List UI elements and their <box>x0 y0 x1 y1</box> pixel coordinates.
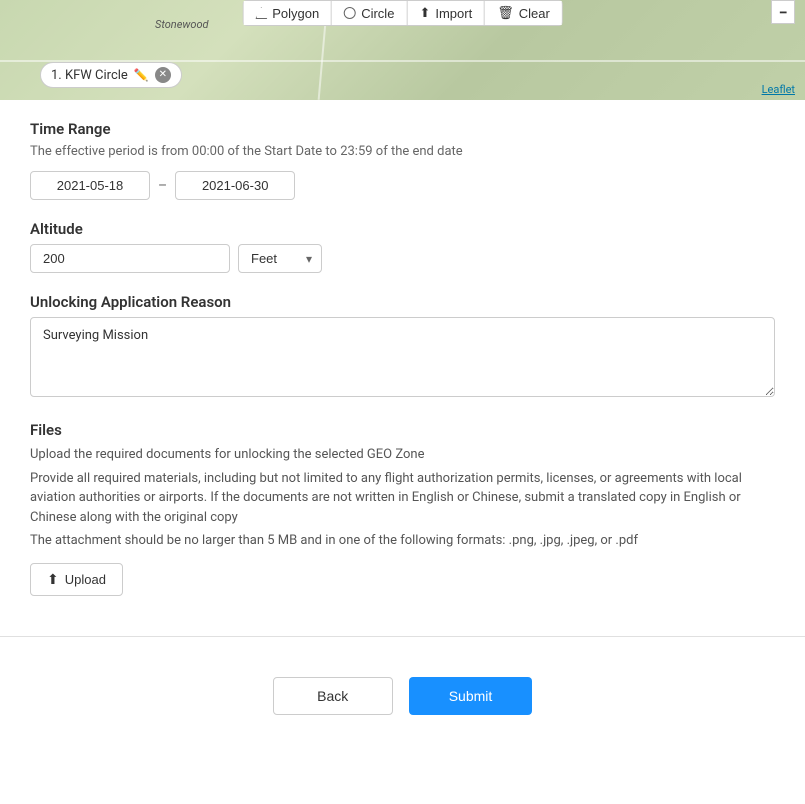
files-section: Files Upload the required documents for … <box>30 421 775 596</box>
reason-section: Unlocking Application Reason Surveying M… <box>30 293 775 421</box>
circle-icon <box>344 7 356 19</box>
files-desc3: The attachment should be no larger than … <box>30 531 775 551</box>
leaflet-label: Leaflet <box>762 83 795 96</box>
end-date-input[interactable] <box>175 171 295 200</box>
bottom-actions: Back Submit <box>0 657 805 745</box>
circle-tool-button[interactable]: Circle <box>332 1 407 25</box>
main-content: Time Range The effective period is from … <box>0 100 805 616</box>
edit-icon[interactable]: ✏️ <box>134 68 149 82</box>
clear-icon: 🗑 <box>497 5 514 21</box>
polygon-tool-button[interactable]: Polygon <box>243 1 332 25</box>
unit-select-wrapper: Feet Meters <box>238 244 322 273</box>
start-date-input[interactable] <box>30 171 150 200</box>
files-desc2: Provide all required materials, includin… <box>30 469 775 528</box>
map-place-label: Stonewood <box>155 18 209 31</box>
import-tool-button[interactable]: ⬆ Import <box>407 1 485 25</box>
circle-badge-close-button[interactable]: ✕ <box>155 67 171 83</box>
altitude-title: Altitude <box>30 220 775 238</box>
divider <box>0 636 805 637</box>
circle-badge: 1. KFW Circle ✏️ ✕ <box>40 62 182 88</box>
files-title: Files <box>30 421 775 439</box>
clear-tool-button[interactable]: 🗑 Clear <box>485 1 562 25</box>
import-icon: ⬆ <box>419 5 430 21</box>
upload-button[interactable]: ⬆ Upload <box>30 563 123 596</box>
date-separator: – <box>158 178 167 194</box>
upload-icon: ⬆ <box>47 571 59 588</box>
altitude-section: Altitude Feet Meters <box>30 220 775 273</box>
zoom-minus-button[interactable]: − <box>771 0 795 24</box>
unit-select[interactable]: Feet Meters <box>238 244 322 273</box>
files-desc1: Upload the required documents for unlock… <box>30 445 775 465</box>
submit-button[interactable]: Submit <box>409 677 533 715</box>
upload-label: Upload <box>65 572 106 587</box>
circle-badge-text: 1. KFW Circle <box>51 68 128 83</box>
altitude-input[interactable] <box>30 244 230 273</box>
reason-title: Unlocking Application Reason <box>30 293 775 311</box>
altitude-row: Feet Meters <box>30 244 775 273</box>
time-range-section: Time Range The effective period is from … <box>30 120 775 200</box>
time-range-description: The effective period is from 00:00 of th… <box>30 144 775 159</box>
date-range-row: – <box>30 171 775 200</box>
back-button[interactable]: Back <box>273 677 393 715</box>
reason-textarea[interactable]: Surveying Mission <box>30 317 775 397</box>
map-toolbar: Polygon Circle ⬆ Import 🗑 Clear <box>242 0 563 26</box>
map-container: Stonewood Polygon Circle ⬆ Import 🗑 Clea… <box>0 0 805 100</box>
time-range-title: Time Range <box>30 120 775 138</box>
polygon-icon <box>255 7 267 19</box>
